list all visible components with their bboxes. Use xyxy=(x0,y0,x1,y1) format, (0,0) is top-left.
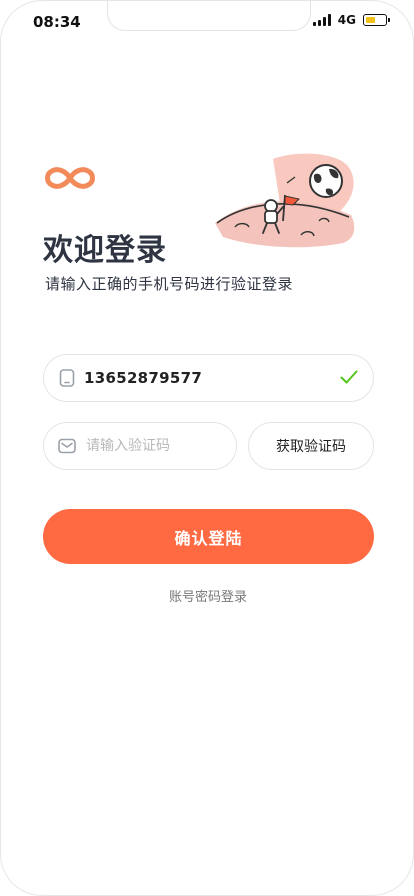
get-code-button[interactable]: 获取验证码 xyxy=(248,422,374,470)
battery-icon xyxy=(363,14,390,26)
status-indicators: 4G xyxy=(312,13,390,27)
phone-number-value[interactable]: 13652879577 xyxy=(84,369,202,387)
message-icon xyxy=(58,437,76,455)
password-login-link[interactable]: 账号密码登录 xyxy=(1,586,413,605)
infinity-logo-icon xyxy=(43,165,97,195)
notch xyxy=(107,1,311,31)
status-time: 08:34 xyxy=(33,13,81,31)
astronaut-planting-flag-illustration xyxy=(213,151,358,255)
phone-icon xyxy=(58,369,76,387)
check-icon xyxy=(340,369,358,389)
verification-code-field[interactable] xyxy=(43,422,237,470)
page-subtitle: 请输入正确的手机号码进行验证登录 xyxy=(45,275,294,293)
network-type: 4G xyxy=(337,13,356,27)
phone-field[interactable]: 13652879577 xyxy=(43,354,374,402)
login-screen: 08:34 4G 欢迎登录 请输入正确的手机号码进行验证登录 136528795… xyxy=(0,0,414,896)
verification-code-input[interactable] xyxy=(84,437,228,455)
page-title: 欢迎登录 xyxy=(43,233,167,268)
confirm-login-button[interactable]: 确认登陆 xyxy=(43,509,374,564)
signal-icon xyxy=(312,14,331,26)
